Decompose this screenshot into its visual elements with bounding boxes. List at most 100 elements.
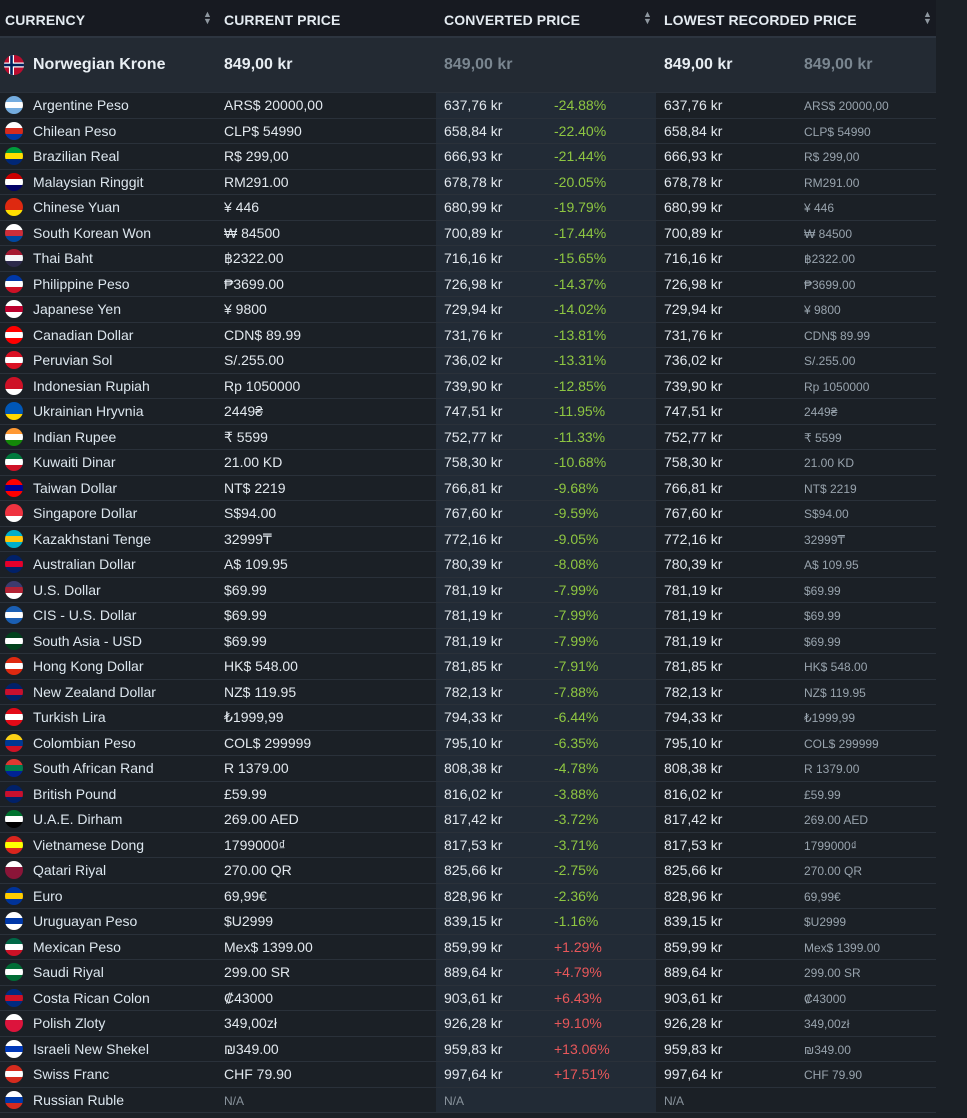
table-row: Taiwan Dollar NT$ 2219 766,81 kr -9.68% 766,…	[0, 475, 936, 501]
price-difference: -8.08%	[554, 556, 599, 572]
current-price: R 1379.00	[224, 760, 289, 776]
current-price: $69.99	[224, 581, 267, 598]
country-flag-icon	[5, 453, 23, 471]
current-price: HK$ 548.00	[224, 658, 298, 674]
table-row: New Zealand Dollar NZ$ 119.95 782,13 kr -7.…	[0, 679, 936, 705]
converted-price: 903,61 kr	[444, 989, 503, 1006]
lowest-source-price: ARS$ 20000,00	[804, 99, 889, 113]
currency-name: New Zealand Dollar	[33, 683, 156, 700]
lowest-price: 817,53 kr	[664, 836, 723, 853]
table-row: Japanese Yen ¥ 9800 729,94 kr -14.02% 729,94…	[0, 297, 936, 323]
price-difference: -13.31%	[554, 352, 607, 368]
table-row: Turkish Lira ₺1999,99 794,33 kr -6.44% 794,3…	[0, 705, 936, 731]
highlight-lowest-price: 849,00 kr	[664, 56, 733, 73]
converted-price: 816,02 kr	[444, 785, 503, 802]
currency-name: Swiss Franc	[33, 1066, 110, 1082]
price-difference: -3.72%	[554, 811, 599, 827]
currency-name: Japanese Yen	[33, 301, 121, 317]
currency-name: Brazilian Real	[33, 148, 120, 164]
country-flag-icon	[5, 784, 23, 803]
country-flag-icon	[5, 96, 23, 114]
currency-name: Taiwan Dollar	[33, 479, 118, 496]
converted-price: 817,42 kr	[444, 811, 503, 827]
currency-name: Indian Rupee	[33, 428, 117, 445]
converted-price: 752,77 kr	[444, 428, 503, 445]
table-row: Australian Dollar A$ 109.95 780,39 kr -8.08…	[0, 552, 936, 578]
current-price: 69,99€	[224, 887, 267, 904]
country-flag-icon	[5, 580, 23, 599]
sort-icon[interactable]: ▲ ▼	[203, 10, 212, 26]
highlight-converted-price: 849,00 kr	[444, 56, 513, 73]
header-converted-price[interactable]: CONVERTED PRICE	[444, 12, 580, 28]
lowest-price: 726,98 kr	[664, 275, 723, 292]
converted-price: 731,76 kr	[444, 326, 503, 343]
price-difference: -21.44%	[554, 148, 607, 164]
currency-name: Philippine Peso	[33, 275, 130, 292]
lowest-source-price: 269.00 AED	[804, 813, 869, 827]
table-header: CURRENCY ▲ ▼ CURRENT PRICE CONVERTED PRIC…	[0, 0, 936, 38]
lowest-price: 678,78 kr	[664, 173, 723, 190]
price-difference: -7.99%	[554, 632, 599, 649]
converted-price: 959,83 kr	[444, 1040, 503, 1057]
currency-name: Mexican Peso	[33, 938, 121, 955]
table-row: Kazakhstani Tenge 32999₸ 772,16 kr -9.05% 77…	[0, 526, 936, 552]
lowest-source-price: ₪349.00	[804, 1042, 851, 1057]
price-difference: -19.79%	[554, 199, 607, 215]
price-difference: -3.71%	[554, 836, 599, 853]
currency-name: Canadian Dollar	[33, 326, 134, 343]
table-row: Kuwaiti Dinar 21.00 KD 758,30 kr -10.68% 758…	[0, 450, 936, 476]
price-difference: -20.05%	[554, 173, 607, 190]
table-row: Ukrainian Hryvnia 2449₴ 747,51 kr -11.95% 74…	[0, 399, 936, 425]
country-flag-icon	[5, 1090, 23, 1109]
country-flag-icon	[5, 937, 23, 956]
price-difference: -14.37%	[554, 275, 607, 292]
price-difference: -2.75%	[554, 862, 599, 878]
current-price: 21.00 KD	[224, 454, 283, 470]
sort-icon[interactable]: ▲ ▼	[643, 10, 652, 26]
norway-flag-icon	[4, 55, 24, 75]
lowest-price: 997,64 kr	[664, 1066, 723, 1082]
lowest-price: 736,02 kr	[664, 352, 723, 368]
country-flag-icon	[5, 759, 23, 777]
price-difference: +4.79%	[554, 964, 602, 980]
header-current-price[interactable]: CURRENT PRICE	[224, 12, 340, 28]
table-row: Qatari Riyal 270.00 QR 825,66 kr -2.75% 825,…	[0, 858, 936, 884]
lowest-source-price: Mex$ 1399.00	[804, 940, 881, 955]
header-lowest-recorded-price[interactable]: LOWEST RECORDED PRICE	[664, 12, 857, 28]
converted-price: 736,02 kr	[444, 352, 503, 368]
current-price: 269.00 AED	[224, 811, 299, 827]
lowest-source-price: ₩ 84500	[804, 226, 853, 241]
current-price: S/.255.00	[224, 352, 284, 368]
current-price: ¥ 9800	[224, 301, 267, 317]
converted-price: 781,19 kr	[444, 632, 503, 649]
sort-icon[interactable]: ▲ ▼	[923, 10, 932, 26]
current-price: ₡43000	[224, 989, 274, 1006]
country-flag-icon	[5, 963, 23, 981]
table-row: South Asia - USD $69.99 781,19 kr -7.99% 781…	[0, 628, 936, 654]
table-row: U.A.E. Dirham 269.00 AED 817,42 kr -3.72% 81…	[0, 807, 936, 833]
current-price: 32999₸	[224, 530, 272, 547]
lowest-price: 731,76 kr	[664, 326, 723, 343]
country-flag-icon	[5, 810, 23, 828]
lowest-source-price: ₺1999,99	[804, 711, 856, 725]
current-price: $69.99	[224, 632, 267, 649]
lowest-price: 795,10 kr	[664, 734, 723, 751]
table-row: Mexican Peso Mex$ 1399.00 859,99 kr +1.29% 8…	[0, 934, 936, 960]
price-difference: -11.33%	[554, 428, 606, 445]
price-difference: -13.81%	[554, 326, 607, 343]
price-difference: -15.65%	[554, 250, 607, 266]
currency-name: Uruguayan Peso	[33, 913, 138, 929]
currency-name: Israeli New Shekel	[33, 1040, 149, 1057]
current-price: NT$ 2219	[224, 479, 286, 496]
table-row: CIS - U.S. Dollar $69.99 781,19 kr -7.99% 78…	[0, 603, 936, 629]
currency-name: Chinese Yuan	[33, 199, 120, 215]
current-price: N/A	[224, 1093, 245, 1108]
lowest-price: 782,13 kr	[664, 683, 723, 700]
lowest-price: 959,83 kr	[664, 1040, 723, 1057]
header-currency[interactable]: CURRENCY	[5, 12, 85, 28]
price-difference: -10.68%	[554, 454, 607, 470]
current-price: A$ 109.95	[224, 556, 288, 572]
lowest-price: 926,28 kr	[664, 1015, 723, 1031]
current-price: £59.99	[224, 785, 267, 802]
converted-price: 781,19 kr	[444, 607, 503, 623]
